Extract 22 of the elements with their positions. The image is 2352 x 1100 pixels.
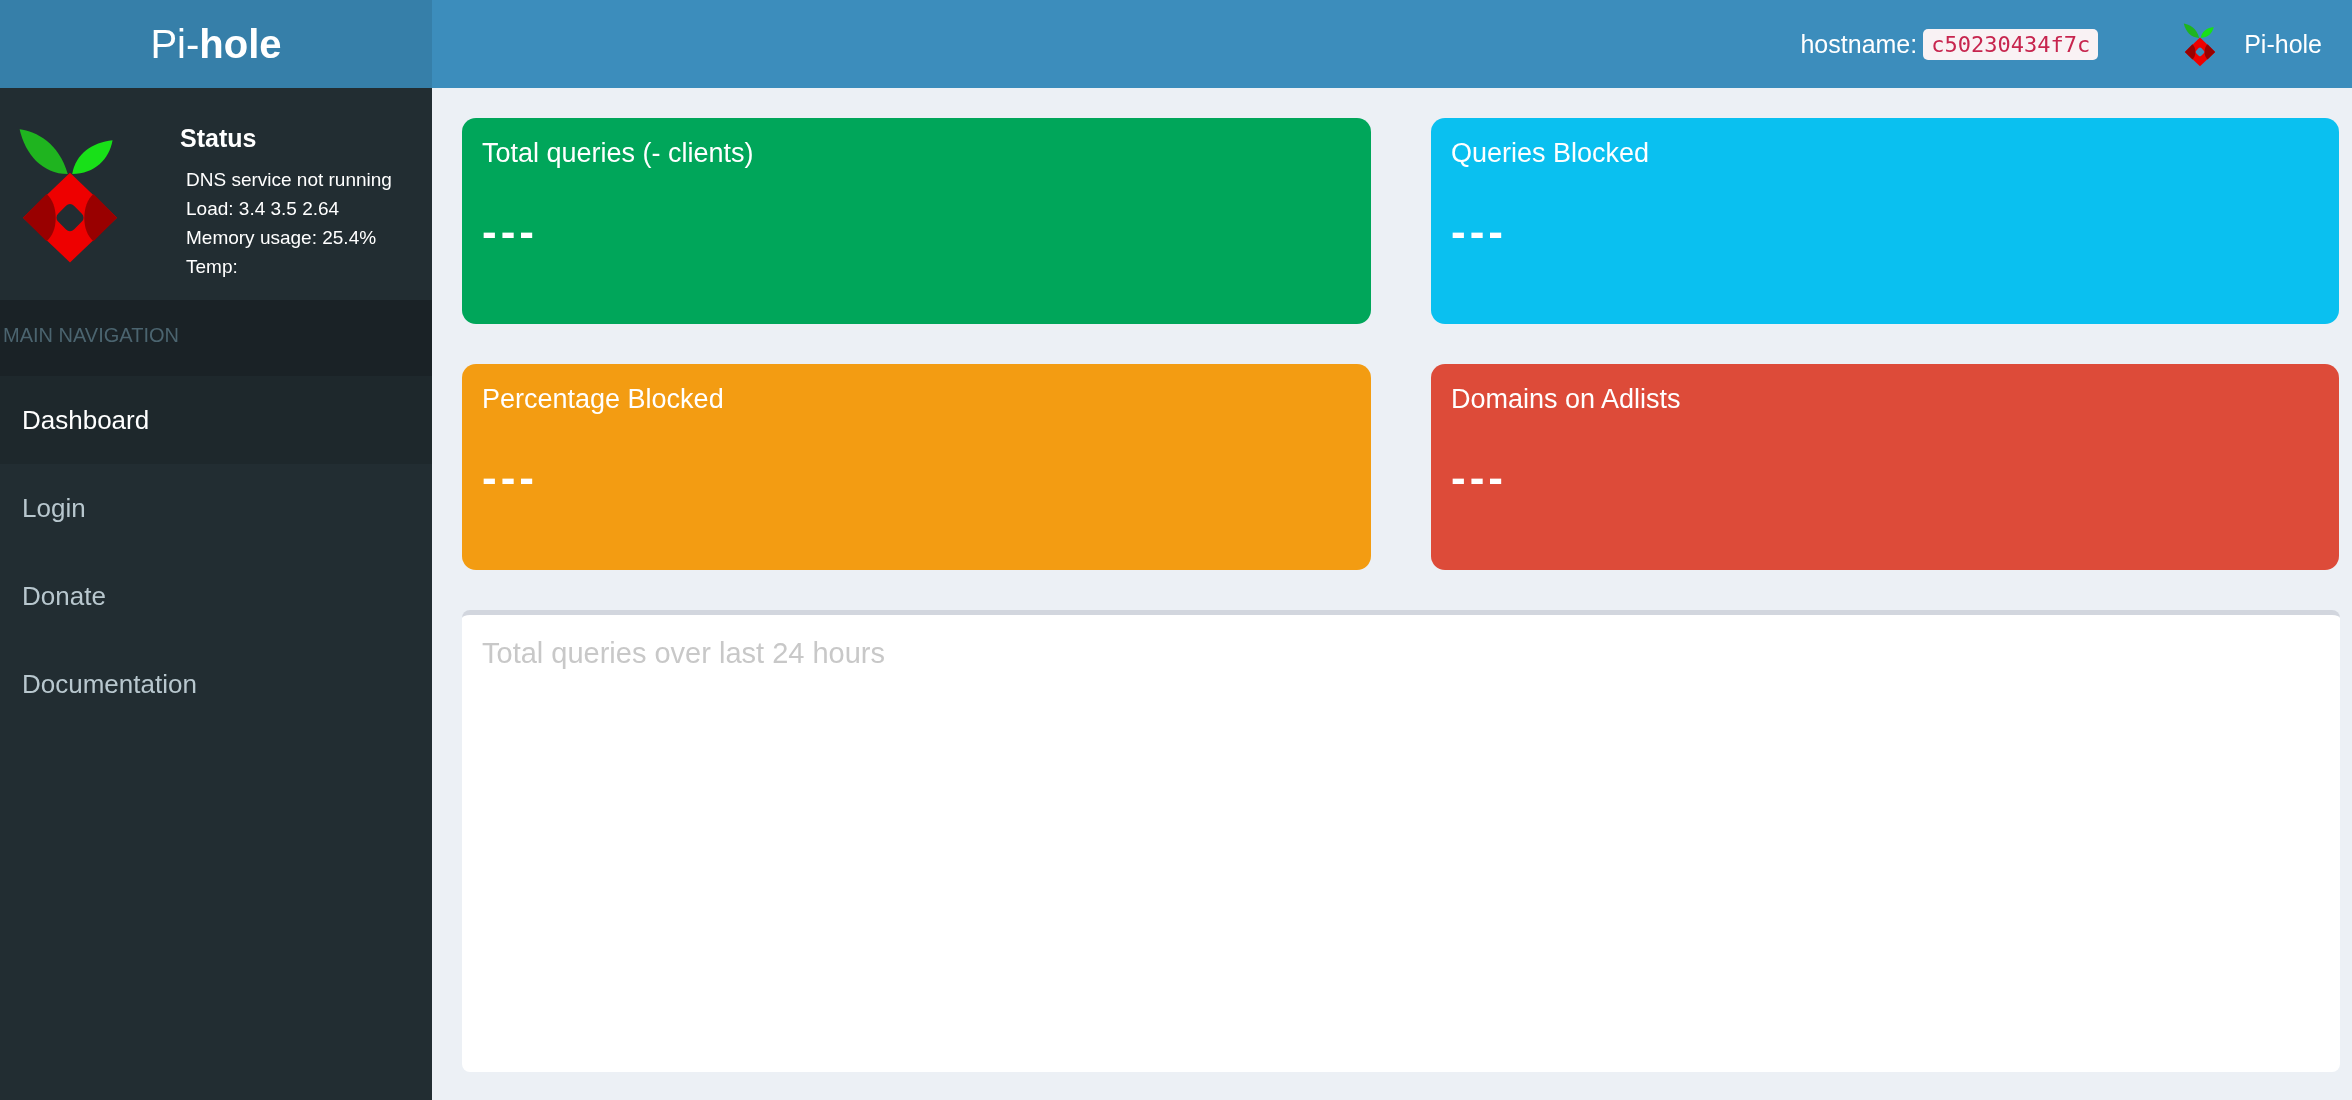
section-header: MAIN NAVIGATION: [0, 300, 432, 376]
user-menu-link[interactable]: Pi-hole: [2244, 29, 2322, 59]
status-line: DNS service not running: [185, 168, 392, 192]
status-title: Status: [180, 124, 258, 153]
hostname-value: c50230434f7c: [1923, 28, 2099, 60]
stat-title: Queries Blocked: [1451, 138, 1651, 169]
status-line: Memory usage: 25.4%: [185, 226, 378, 250]
stat-value: ---: [482, 453, 539, 503]
stat-title: Total queries (- clients): [482, 138, 755, 169]
stat-value: ---: [1451, 207, 1508, 257]
nav-item[interactable]: Donate: [0, 552, 432, 640]
nav-item[interactable]: Login: [0, 464, 432, 552]
nav-item[interactable]: Documentation: [0, 640, 432, 728]
nav-item[interactable]: Dashboard: [0, 376, 432, 464]
stat-value: ---: [482, 207, 539, 257]
app-logo[interactable]: Pi-hole: [150, 21, 282, 67]
hostname-label: hostname:: [1800, 29, 1918, 59]
stat-title: Domains on Adlists: [1451, 384, 1682, 415]
status-line: Temp:: [185, 255, 239, 279]
stat-value: ---: [1451, 453, 1508, 503]
stat-title: Percentage Blocked: [482, 384, 725, 415]
status-line: Load: 3.4 3.5 2.64: [185, 197, 341, 221]
